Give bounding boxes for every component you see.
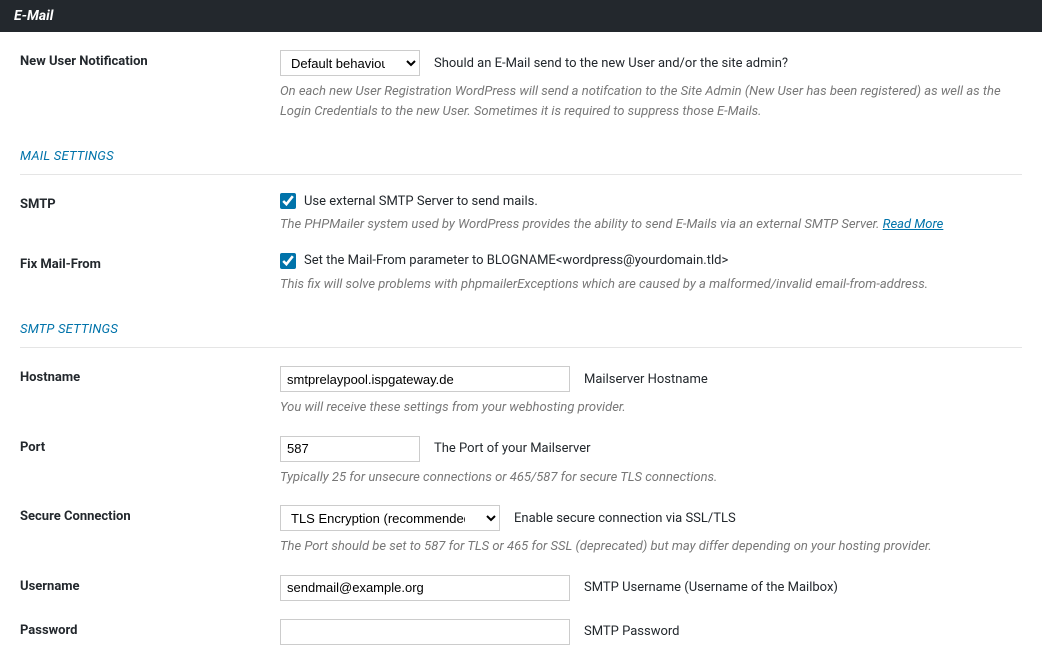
section-mail-settings: MAIL SETTINGS — [20, 149, 1022, 170]
smtp-checkbox-label: Use external SMTP Server to send mails. — [304, 194, 538, 209]
secure-connection-desc: The Port should be set to 587 for TLS or… — [280, 537, 1022, 557]
row-password: Password SMTP Password — [20, 601, 1022, 645]
new-user-notification-select[interactable]: Default behaviour — [280, 50, 420, 76]
smtp-read-more-link[interactable]: Read More — [883, 217, 944, 232]
row-new-user-notification: New User Notification Default behaviour … — [20, 32, 1022, 121]
fix-mail-from-checkbox[interactable] — [280, 253, 296, 269]
hostname-desc: You will receive these settings from you… — [280, 398, 1022, 418]
panel-title: E-Mail — [14, 8, 53, 24]
row-username: Username SMTP Username (Username of the … — [20, 557, 1022, 601]
label-password: Password — [20, 619, 280, 638]
label-hostname: Hostname — [20, 366, 280, 385]
hostname-hint: Mailserver Hostname — [584, 372, 708, 387]
secure-connection-hint: Enable secure connection via SSL/TLS — [514, 511, 736, 526]
label-smtp: SMTP — [20, 193, 280, 212]
section-smtp-settings: SMTP SETTINGS — [20, 322, 1022, 343]
new-user-notification-desc: On each new User Registration WordPress … — [280, 82, 1022, 121]
password-hint: SMTP Password — [584, 624, 680, 639]
row-fix-mail-from: Fix Mail-From Set the Mail-From paramete… — [20, 235, 1022, 295]
smtp-desc: The PHPMailer system used by WordPress p… — [280, 215, 1022, 235]
label-username: Username — [20, 575, 280, 594]
label-fix-mail-from: Fix Mail-From — [20, 253, 280, 272]
hostname-input[interactable] — [280, 366, 570, 392]
fix-mail-from-checkbox-label: Set the Mail-From parameter to BLOGNAME<… — [304, 253, 728, 268]
new-user-notification-hint: Should an E-Mail send to the new User an… — [434, 56, 788, 71]
label-secure-connection: Secure Connection — [20, 505, 280, 524]
row-hostname: Hostname Mailserver Hostname You will re… — [20, 348, 1022, 418]
label-port: Port — [20, 436, 280, 455]
label-new-user-notification: New User Notification — [20, 50, 280, 69]
secure-connection-select[interactable]: TLS Encryption (recommended) — [280, 505, 500, 531]
row-port: Port The Port of your Mailserver Typical… — [20, 418, 1022, 488]
port-hint: The Port of your Mailserver — [434, 441, 591, 456]
row-secure-connection: Secure Connection TLS Encryption (recomm… — [20, 487, 1022, 557]
fix-mail-from-desc: This fix will solve problems with phpmai… — [280, 275, 1022, 295]
row-smtp: SMTP Use external SMTP Server to send ma… — [20, 175, 1022, 235]
username-hint: SMTP Username (Username of the Mailbox) — [584, 580, 838, 595]
settings-form: New User Notification Default behaviour … — [0, 32, 1042, 665]
panel-header: E-Mail — [0, 0, 1042, 32]
port-desc: Typically 25 for unsecure connections or… — [280, 468, 1022, 488]
username-input[interactable] — [280, 575, 570, 601]
password-input[interactable] — [280, 619, 570, 645]
smtp-checkbox[interactable] — [280, 193, 296, 209]
port-input[interactable] — [280, 436, 420, 462]
